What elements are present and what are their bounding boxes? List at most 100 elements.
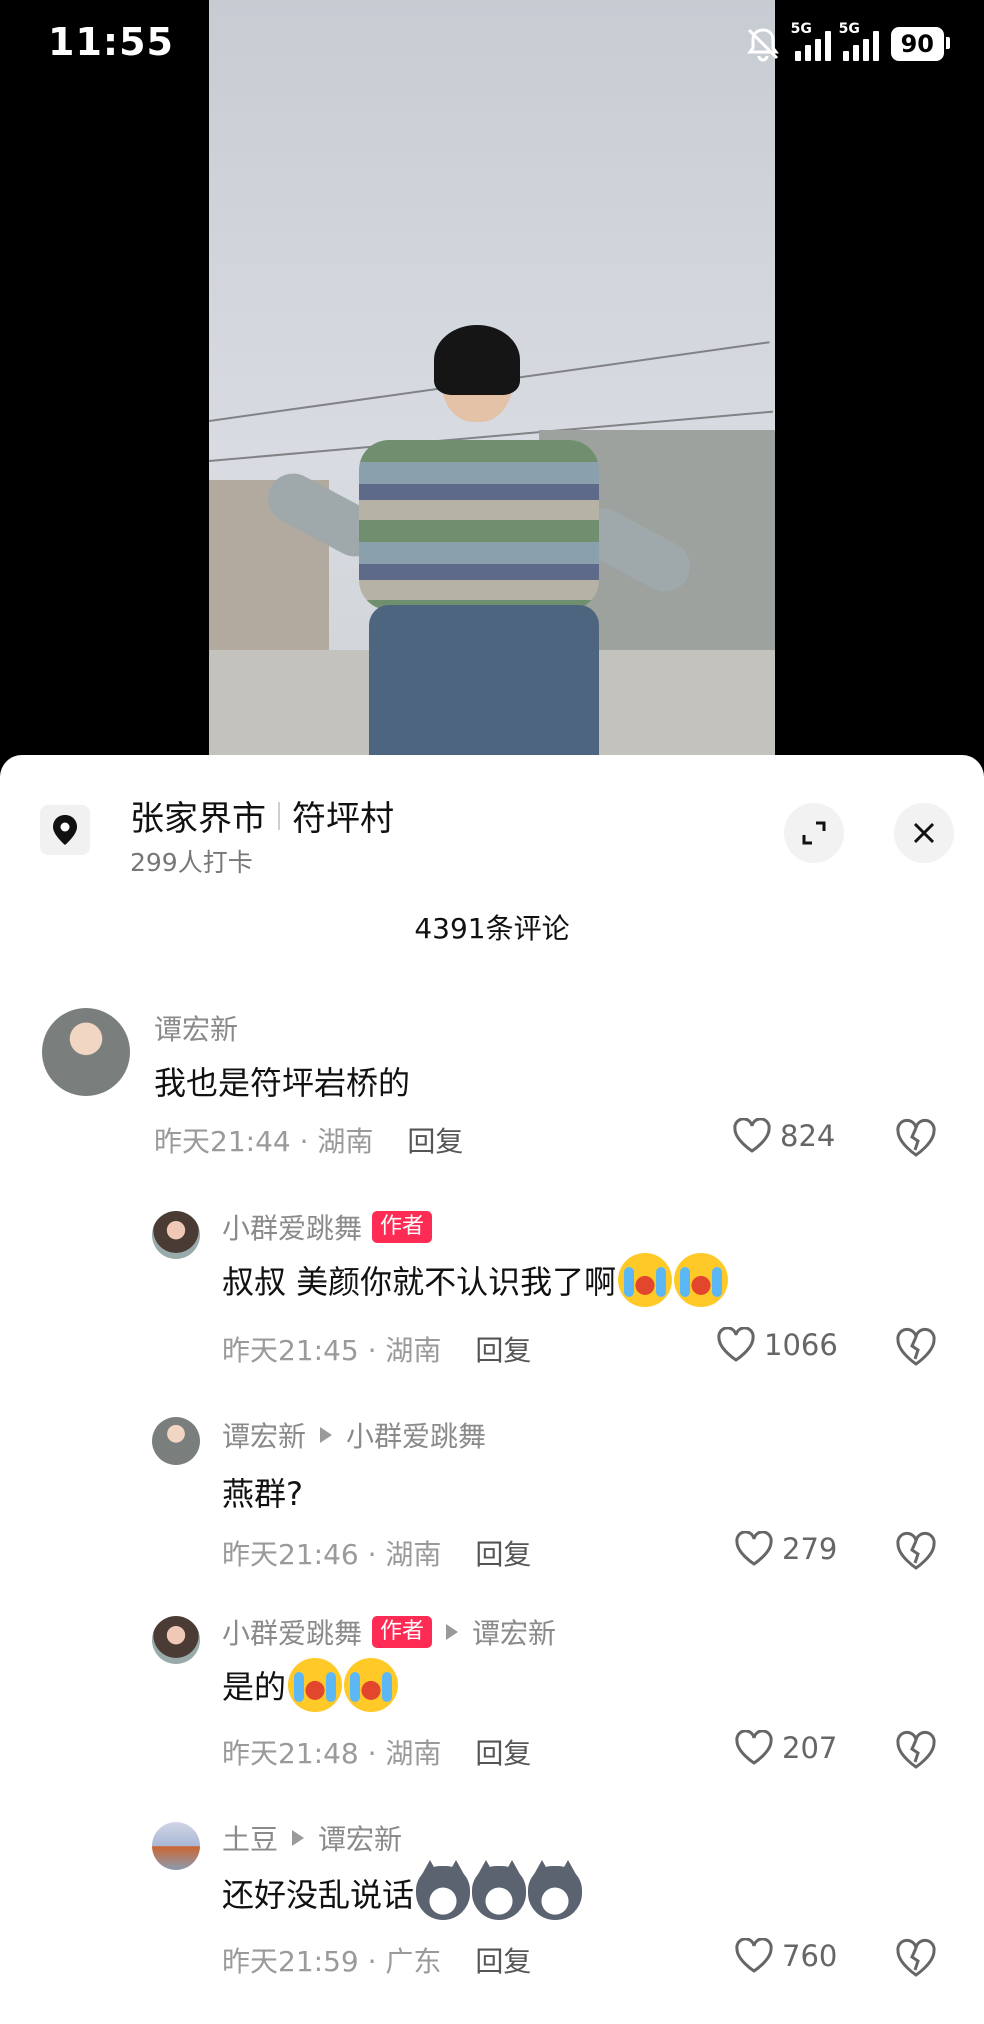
- expand-icon: [802, 821, 826, 845]
- comment-count: 4391条评论: [414, 912, 570, 945]
- dancer-hair: [434, 325, 520, 395]
- like-count: 207: [782, 1731, 838, 1765]
- reply-to-username[interactable]: 谭宏新: [472, 1612, 556, 1652]
- like-button[interactable]: 279: [734, 1531, 837, 1567]
- broken-heart-icon[interactable]: [894, 1529, 938, 1573]
- username: 小群爱跳舞: [222, 1617, 363, 1650]
- avatar[interactable]: [152, 1417, 200, 1465]
- username: 谭宏新: [222, 1420, 307, 1453]
- avatar[interactable]: [152, 1616, 200, 1664]
- expand-button[interactable]: [784, 803, 844, 863]
- reply-button[interactable]: 回复: [475, 1533, 531, 1573]
- comment-body: 燕群?: [222, 1475, 303, 1513]
- checkin-count: 299人打卡: [130, 848, 253, 877]
- comment-time: 昨天21:44 · 湖南: [154, 1125, 374, 1158]
- heart-icon: [735, 1531, 773, 1566]
- reply-arrow-icon: [446, 1624, 459, 1640]
- avatar[interactable]: [42, 1008, 130, 1096]
- username: 谭宏新: [154, 1013, 239, 1046]
- close-button[interactable]: [894, 803, 954, 863]
- comment-body: 叔叔 美颜你就不认识我了啊: [222, 1263, 617, 1301]
- username: 小群爱跳舞: [222, 1212, 363, 1245]
- cry-laugh-emoji: [674, 1253, 729, 1307]
- location-pin-icon[interactable]: [40, 805, 90, 855]
- comment-text: 是的: [222, 1658, 399, 1712]
- heart-icon: [735, 1730, 773, 1765]
- username: 土豆: [222, 1823, 279, 1856]
- like-count: 824: [780, 1119, 836, 1153]
- comment-username[interactable]: 谭宏新 小群爱跳舞: [222, 1415, 486, 1455]
- broken-heart-icon[interactable]: [894, 1116, 938, 1160]
- like-count: 279: [782, 1532, 838, 1566]
- like-button[interactable]: 207: [734, 1730, 837, 1766]
- location-place: 符坪村: [292, 799, 394, 839]
- author-badge: 作者: [372, 1616, 433, 1648]
- author-badge: 作者: [372, 1211, 433, 1243]
- dancer-jeans: [369, 605, 599, 760]
- husky-emoji: [472, 1860, 527, 1920]
- comment-text: 我也是符坪岩桥的: [154, 1058, 410, 1104]
- close-icon: [913, 822, 935, 844]
- broken-heart-icon[interactable]: [894, 1936, 938, 1980]
- video-player[interactable]: [209, 0, 775, 760]
- comment-time: 昨天21:48 · 湖南: [222, 1737, 442, 1770]
- like-button[interactable]: 1066: [716, 1327, 838, 1363]
- reply-arrow-icon: [292, 1830, 305, 1846]
- status-bar: 11:55 5G 5G 90: [0, 0, 984, 90]
- comment-body: 是的: [222, 1668, 287, 1706]
- comment-username[interactable]: 土豆 谭宏新: [222, 1818, 402, 1858]
- cry-laugh-emoji: [344, 1658, 399, 1712]
- comment-meta: 昨天21:44 · 湖南 回复: [154, 1120, 463, 1160]
- status-time: 11:55: [48, 20, 174, 64]
- divider: [278, 801, 280, 830]
- broken-heart-icon[interactable]: [894, 1325, 938, 1369]
- reply-button[interactable]: 回复: [475, 1940, 531, 1980]
- like-button[interactable]: 824: [732, 1118, 835, 1154]
- like-count: 760: [782, 1939, 838, 1973]
- dancer-sweater: [359, 440, 599, 610]
- comment-text: 燕群?: [222, 1469, 303, 1515]
- like-count: 1066: [764, 1328, 838, 1362]
- comment-meta: 昨天21:48 · 湖南 回复: [222, 1732, 531, 1772]
- husky-emoji: [528, 1860, 583, 1920]
- comment-time: 昨天21:46 · 湖南: [222, 1538, 442, 1571]
- network-type-2: 5G: [838, 21, 860, 37]
- comment-time: 昨天21:59 · 广东: [222, 1945, 442, 1978]
- comment-username[interactable]: 谭宏新: [154, 1008, 238, 1048]
- cry-laugh-emoji: [618, 1253, 673, 1307]
- comment-sheet: 张家界市 符坪村 299人打卡 4391条评论 谭宏新 我也是符坪岩桥的 昨天2…: [0, 755, 984, 2024]
- location-title[interactable]: 张家界市 符坪村: [130, 791, 394, 840]
- broken-heart-icon[interactable]: [894, 1728, 938, 1772]
- comment-meta: 昨天21:46 · 湖南 回复: [222, 1533, 531, 1573]
- location-city: 张家界市: [130, 799, 266, 839]
- mute-bell-icon: [746, 28, 779, 62]
- heart-icon: [735, 1938, 773, 1973]
- comment-time: 昨天21:45 · 湖南: [222, 1334, 442, 1367]
- husky-emoji: [416, 1860, 471, 1920]
- signal-icon-1: 5G: [791, 21, 831, 61]
- cry-laugh-emoji: [288, 1658, 343, 1712]
- comment-meta: 昨天21:59 · 广东 回复: [222, 1940, 531, 1980]
- avatar[interactable]: [152, 1211, 200, 1259]
- status-icons: 5G 5G 90: [743, 21, 951, 64]
- comment-body: 还好没乱说话: [222, 1876, 415, 1914]
- reply-to-username[interactable]: 谭宏新: [318, 1818, 402, 1858]
- avatar[interactable]: [152, 1822, 200, 1870]
- reply-button[interactable]: 回复: [475, 1732, 531, 1772]
- reply-to-username[interactable]: 小群爱跳舞: [346, 1415, 486, 1455]
- reply-arrow-icon: [320, 1427, 333, 1443]
- comment-username[interactable]: 小群爱跳舞 作者 谭宏新: [222, 1612, 556, 1652]
- comment-meta: 昨天21:45 · 湖南 回复: [222, 1329, 531, 1369]
- comment-username[interactable]: 小群爱跳舞 作者: [222, 1207, 433, 1247]
- reply-button[interactable]: 回复: [475, 1329, 531, 1369]
- battery-indicator: 90: [890, 27, 951, 61]
- comment-text: 叔叔 美颜你就不认识我了啊: [222, 1253, 729, 1307]
- comment-text: 还好没乱说话: [222, 1860, 583, 1920]
- comment-body: 我也是符坪岩桥的: [154, 1064, 411, 1102]
- reply-button[interactable]: 回复: [407, 1120, 463, 1160]
- network-type-1: 5G: [790, 21, 812, 37]
- heart-icon: [733, 1118, 771, 1153]
- heart-icon: [717, 1327, 755, 1362]
- like-button[interactable]: 760: [734, 1938, 837, 1974]
- signal-icon-2: 5G: [839, 21, 879, 61]
